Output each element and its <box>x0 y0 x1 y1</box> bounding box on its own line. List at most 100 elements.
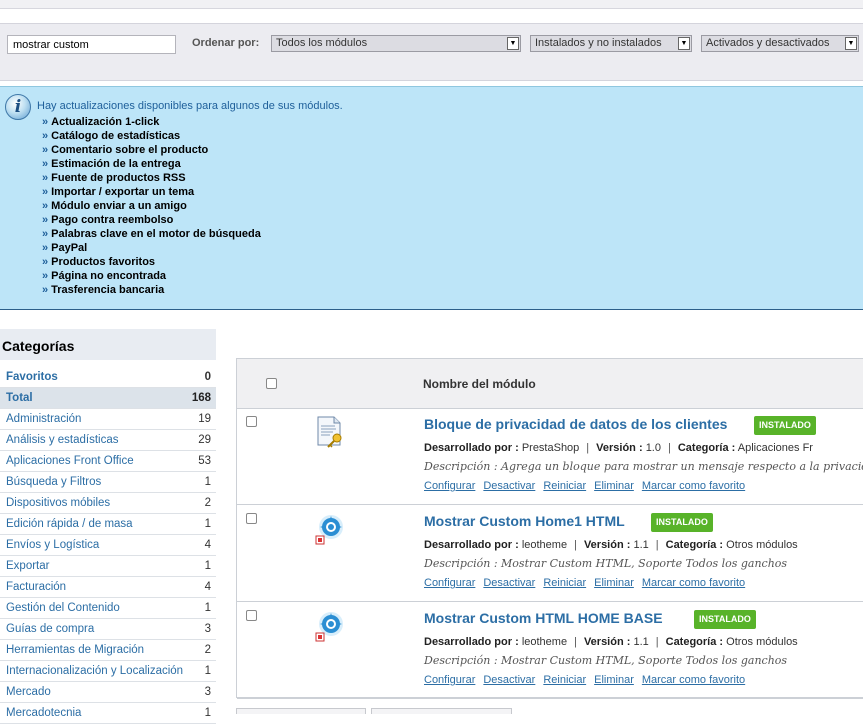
bullet-icon: » <box>42 116 49 128</box>
action-link-4[interactable]: Marcar como favorito <box>642 674 745 686</box>
select-all-checkbox[interactable] <box>266 378 277 389</box>
action-link-1[interactable]: Desactivar <box>483 480 535 492</box>
category-item[interactable]: Total 168 <box>0 388 216 409</box>
description-label: Descripción : <box>424 557 498 570</box>
action-link-3[interactable]: Eliminar <box>594 577 634 589</box>
version-value: 1.1 <box>633 539 649 551</box>
bullet-icon: » <box>42 172 49 184</box>
update-item[interactable]: » Trasferencia bancaria <box>42 283 261 297</box>
action-link-0[interactable]: Configurar <box>424 577 475 589</box>
separator: | <box>655 539 659 551</box>
action-link-1[interactable]: Desactivar <box>483 674 535 686</box>
category-count: 168 <box>191 392 211 404</box>
leotheme-gear-icon <box>315 610 345 642</box>
update-item-label: Actualización 1-click <box>51 116 160 128</box>
action-link-3[interactable]: Eliminar <box>594 480 634 492</box>
category-item[interactable]: Guías de compra 3 <box>0 619 216 640</box>
category-item[interactable]: Mercado 3 <box>0 682 216 703</box>
description-label: Descripción : <box>424 460 498 473</box>
category-count: 3 <box>204 623 211 635</box>
action-link-0[interactable]: Configurar <box>424 480 475 492</box>
action-link-4[interactable]: Marcar como favorito <box>642 480 745 492</box>
module-name[interactable]: Mostrar Custom HTML HOME BASE <box>424 610 663 626</box>
action-link-0[interactable]: Configurar <box>424 674 475 686</box>
update-item-label: Comentario sobre el producto <box>51 144 209 156</box>
category-label: Envíos y Logística <box>6 539 100 551</box>
update-item[interactable]: » Productos favoritos <box>42 255 261 269</box>
separator: | <box>667 442 671 454</box>
category-label: Categoría : <box>677 442 736 454</box>
category-item[interactable]: Herramientas de Migración 2 <box>0 640 216 661</box>
category-item[interactable]: Dispositivos móbiles 2 <box>0 493 216 514</box>
category-item[interactable]: Mercadotecnia 1 <box>0 703 216 724</box>
update-item[interactable]: » Pago contra reembolso <box>42 213 261 227</box>
action-link-2[interactable]: Reiniciar <box>543 577 586 589</box>
module-description: Descripción : Mostrar Custom HTML, Sopor… <box>424 654 787 667</box>
chevron-down-icon: ▼ <box>678 37 690 50</box>
category-item[interactable]: Búsqueda y Filtros 1 <box>0 472 216 493</box>
version-label: Versión : <box>583 539 631 551</box>
update-item-label: Módulo enviar a un amigo <box>51 200 187 212</box>
module-type-select[interactable]: Todos los módulos ▼ <box>271 35 521 52</box>
activation-status-select[interactable]: Activados y desactivados ▼ <box>701 35 859 52</box>
category-item[interactable]: Facturación 4 <box>0 577 216 598</box>
module-description: Descripción : Mostrar Custom HTML, Sopor… <box>424 557 787 570</box>
module-checkbox[interactable] <box>246 416 257 427</box>
pagination-button[interactable] <box>236 708 366 714</box>
category-value: Otros módulos <box>726 636 798 648</box>
update-item-label: Trasferencia bancaria <box>51 284 165 296</box>
install-status-select[interactable]: Instalados y no instalados ▼ <box>530 35 692 52</box>
category-item[interactable]: Envíos y Logística 4 <box>0 535 216 556</box>
action-link-3[interactable]: Eliminar <box>594 674 634 686</box>
modules-table: Nombre del módulo Bloque de privacidad d… <box>236 358 863 699</box>
category-item[interactable]: Edición rápida / de masa 1 <box>0 514 216 535</box>
module-name[interactable]: Bloque de privacidad de datos de los cli… <box>424 416 727 432</box>
update-item-label: Catálogo de estadísticas <box>51 130 181 142</box>
category-item[interactable]: Administración 19 <box>0 409 216 430</box>
category-item[interactable]: Aplicaciones Front Office 53 <box>0 451 216 472</box>
update-item[interactable]: » Palabras clave en el motor de búsqueda <box>42 227 261 241</box>
action-link-2[interactable]: Reiniciar <box>543 674 586 686</box>
category-label: Categoría : <box>665 539 724 551</box>
bullet-icon: » <box>42 284 49 296</box>
update-item-label: Palabras clave en el motor de búsqueda <box>51 228 261 240</box>
module-checkbox[interactable] <box>246 513 257 524</box>
module-name[interactable]: Mostrar Custom Home1 HTML <box>424 513 625 529</box>
module-checkbox[interactable] <box>246 610 257 621</box>
update-item[interactable]: » Fuente de productos RSS <box>42 171 261 185</box>
version-label: Versión : <box>583 636 631 648</box>
pagination-button[interactable] <box>371 708 512 714</box>
category-item[interactable]: Favoritos 0 <box>0 367 216 388</box>
action-link-4[interactable]: Marcar como favorito <box>642 577 745 589</box>
category-label: Mercadotecnia <box>6 707 82 719</box>
module-actions: Configurar Desactivar Reiniciar Eliminar Mar… <box>424 674 753 686</box>
update-item[interactable]: » Comentario sobre el producto <box>42 143 261 157</box>
update-item[interactable]: » Actualización 1-click <box>42 115 261 129</box>
update-item[interactable]: » Página no encontrada <box>42 269 261 283</box>
module-search-input[interactable] <box>7 35 176 54</box>
category-label: Administración <box>6 413 82 425</box>
category-label: Gestión del Contenido <box>6 602 120 614</box>
update-item[interactable]: » Módulo enviar a un amigo <box>42 199 261 213</box>
category-item[interactable]: Exportar 1 <box>0 556 216 577</box>
category-item[interactable]: Análisis y estadísticas 29 <box>0 430 216 451</box>
update-item[interactable]: » PayPal <box>42 241 261 255</box>
status-badge: INSTALADO <box>754 416 816 435</box>
status-badge: INSTALADO <box>651 513 713 532</box>
description-text: Mostrar Custom HTML, Soporte Todos los g… <box>501 557 788 570</box>
update-item[interactable]: » Catálogo de estadísticas <box>42 129 261 143</box>
description-label: Descripción : <box>424 654 498 667</box>
module-description: Descripción : Agrega un bloque para most… <box>424 460 863 473</box>
action-link-2[interactable]: Reiniciar <box>543 480 586 492</box>
category-item[interactable]: Gestión del Contenido 1 <box>0 598 216 619</box>
action-link-1[interactable]: Desactivar <box>483 577 535 589</box>
update-item-label: Estimación de la entrega <box>51 158 181 170</box>
update-item[interactable]: » Estimación de la entrega <box>42 157 261 171</box>
bullet-icon: » <box>42 186 49 198</box>
version-value: 1.0 <box>645 442 661 454</box>
status-badge: INSTALADO <box>694 610 756 629</box>
category-item[interactable]: Internacionalización y Localización 1 <box>0 661 216 682</box>
update-item[interactable]: » Importar / exportar un tema <box>42 185 261 199</box>
category-label: Guías de compra <box>6 623 95 635</box>
bullet-icon: » <box>42 144 49 156</box>
